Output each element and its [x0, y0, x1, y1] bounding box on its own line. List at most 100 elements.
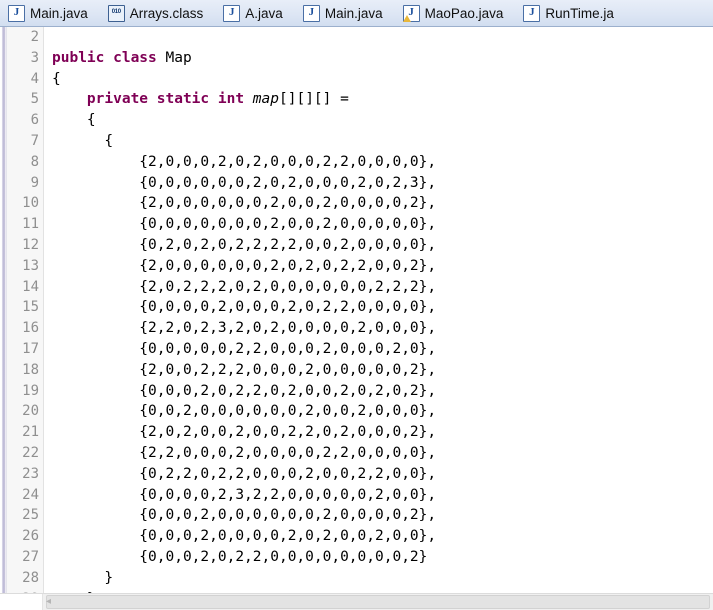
- code-line[interactable]: {0,2,0,2,0,2,2,2,2,0,0,2,0,0,0,0},: [52, 235, 713, 256]
- line-number: 28: [22, 569, 39, 586]
- java-file-icon: [302, 4, 320, 22]
- editor-tab[interactable]: Main.java: [295, 0, 395, 26]
- code-token: public class: [52, 49, 166, 66]
- code-token: {2,0,0,0,2,0,2,0,0,0,2,2,0,0,0,0},: [52, 153, 437, 170]
- code-token: {2,0,0,2,2,2,0,0,0,2,0,0,0,0,0,2},: [52, 361, 437, 378]
- code-line[interactable]: }: [52, 568, 713, 589]
- code-token: {0,0,0,0,2,0,0,0,2,0,2,2,0,0,0,0},: [52, 299, 437, 316]
- editor-window: Main.java Arrays.class A.java Main.java MaoP…: [0, 0, 713, 610]
- editor-tab[interactable]: RunTime.ja: [515, 0, 626, 26]
- editor-tab-label: A.java: [245, 5, 283, 21]
- line-number: 7: [30, 132, 39, 149]
- code-token: map: [252, 91, 279, 108]
- java-file-icon: [523, 4, 541, 22]
- line-number: 17: [22, 340, 39, 357]
- code-line[interactable]: {0,0,0,0,2,3,2,2,0,0,0,0,0,2,0,0},: [52, 485, 713, 506]
- code-line[interactable]: {0,0,2,0,0,0,0,0,0,2,0,0,2,0,0,0},: [52, 401, 713, 422]
- editor-tab[interactable]: Arrays.class: [100, 0, 216, 26]
- code-token: {: [52, 132, 114, 149]
- line-number: 15: [22, 299, 39, 316]
- editor-tab-label: Main.java: [30, 5, 88, 21]
- line-number: 13: [22, 257, 39, 274]
- line-number: 26: [22, 528, 39, 545]
- editor-tab[interactable]: A.java: [215, 0, 295, 26]
- line-number: 14: [22, 278, 39, 295]
- code-line[interactable]: {0,0,0,2,0,2,2,0,0,0,0,0,0,0,0,2}: [52, 547, 713, 568]
- code-line[interactable]: {0,0,0,2,0,0,0,0,0,0,2,0,0,0,0,2},: [52, 505, 713, 526]
- scroll-left-arrow-icon[interactable]: ◂: [46, 596, 56, 608]
- code-token: {0,0,0,2,0,0,0,0,2,0,2,0,0,2,0,0},: [52, 528, 437, 545]
- code-line[interactable]: {0,2,2,0,2,2,0,0,0,2,0,0,2,2,0,0},: [52, 464, 713, 485]
- editor-tab-label: MaoPao.java: [424, 5, 504, 21]
- code-line[interactable]: private static int map[][][] =: [52, 89, 713, 110]
- code-token: {2,0,0,0,0,0,0,2,0,2,0,2,2,0,0,2},: [52, 257, 437, 274]
- code-token: {: [52, 70, 61, 87]
- code-line[interactable]: {0,0,0,0,0,0,0,2,0,0,2,0,0,0,0,0},: [52, 214, 713, 235]
- line-number: 22: [22, 444, 39, 461]
- code-token: {0,2,0,2,0,2,2,2,2,0,0,2,0,0,0,0},: [52, 236, 437, 253]
- code-line[interactable]: {0,0,0,0,0,0,2,0,2,0,0,0,2,0,2,3},: [52, 173, 713, 194]
- code-line[interactable]: {2,2,0,0,0,2,0,0,0,0,2,2,0,0,0,0},: [52, 443, 713, 464]
- line-number-gutter[interactable]: 2 3 4 5 6 7 8 9 10 11 12 13 14 15 16 17 18 19 20 21 22 23 24 25…: [7, 27, 44, 593]
- line-number: 11: [22, 216, 39, 233]
- code-token: {0,2,2,0,2,2,0,0,0,2,0,0,2,2,0,0},: [52, 465, 437, 482]
- code-token: {2,0,2,2,2,0,2,0,0,0,0,0,0,2,2,2},: [52, 278, 437, 295]
- code-line[interactable]: {2,0,0,2,2,2,0,0,0,2,0,0,0,0,0,2},: [52, 360, 713, 381]
- code-line[interactable]: {2,0,0,0,0,0,0,2,0,2,0,2,2,0,0,2},: [52, 256, 713, 277]
- line-number: 2: [30, 29, 39, 45]
- line-number: 25: [22, 507, 39, 524]
- line-number: 9: [30, 174, 39, 191]
- code-token: private static int: [86, 91, 253, 108]
- line-number: 27: [22, 548, 39, 565]
- line-number: 4: [30, 70, 39, 87]
- code-token: {2,2,0,0,0,2,0,0,0,0,2,2,0,0,0,0},: [52, 444, 437, 461]
- code-line[interactable]: {2,0,0,0,2,0,2,0,0,0,2,2,0,0,0,0},: [52, 152, 713, 173]
- editor-tab[interactable]: Main.java: [0, 0, 100, 26]
- code-line[interactable]: {2,2,0,2,3,2,0,2,0,0,0,0,2,0,0,0},: [52, 318, 713, 339]
- code-token: {0,0,0,0,0,0,0,2,0,0,2,0,0,0,0,0},: [52, 216, 437, 233]
- line-number: 19: [22, 382, 39, 399]
- code-token: {0,0,0,2,0,2,2,0,0,0,0,0,0,0,0,2}: [52, 548, 428, 565]
- editor-tab-label: RunTime.ja: [545, 5, 614, 21]
- code-line[interactable]: {2,0,2,2,2,0,2,0,0,0,0,0,0,2,2,2},: [52, 277, 713, 298]
- editor-tab[interactable]: MaoPao.java: [395, 0, 516, 26]
- code-token: {: [52, 112, 96, 129]
- line-number: 23: [22, 465, 39, 482]
- line-number: 10: [22, 195, 39, 212]
- code-line[interactable]: {0,0,0,2,0,0,0,0,2,0,2,0,0,2,0,0},: [52, 526, 713, 547]
- line-number: 3: [30, 49, 39, 66]
- code-token: {0,0,0,0,0,2,2,0,0,0,2,0,0,0,2,0},: [52, 340, 437, 357]
- scrollbar-left-cap: [0, 594, 43, 610]
- editor-tab-label: Arrays.class: [129, 5, 204, 21]
- line-number: 18: [22, 361, 39, 378]
- annotation-marker-ruler[interactable]: [0, 27, 7, 593]
- class-file-icon: [107, 4, 125, 22]
- code-token: {2,0,2,0,0,2,0,0,2,2,0,2,0,0,0,2},: [52, 424, 437, 441]
- code-token: [][][] =: [279, 91, 349, 108]
- horizontal-scrollbar-thumb[interactable]: [46, 595, 710, 609]
- code-line[interactable]: [52, 27, 713, 48]
- code-line[interactable]: {0,0,0,0,2,0,0,0,2,0,2,2,0,0,0,0},: [52, 297, 713, 318]
- code-line[interactable]: {0,0,0,2,0,2,2,0,2,0,0,2,0,2,0,2},: [52, 381, 713, 402]
- code-token: Map: [165, 49, 192, 66]
- code-line[interactable]: {: [52, 110, 713, 131]
- code-line[interactable]: public class Map: [52, 48, 713, 69]
- code-line[interactable]: {0,0,0,0,0,2,2,0,0,0,2,0,0,0,2,0},: [52, 339, 713, 360]
- line-number: 12: [22, 236, 39, 253]
- code-token: {0,0,2,0,0,0,0,0,0,2,0,0,2,0,0,0},: [52, 403, 437, 420]
- java-file-icon: [8, 4, 25, 22]
- code-token: {0,0,0,2,0,0,0,0,0,0,2,0,0,0,0,2},: [52, 507, 437, 524]
- code-token: {0,0,0,0,0,0,2,0,2,0,0,0,2,0,2,3},: [52, 174, 437, 191]
- code-line[interactable]: {: [52, 131, 713, 152]
- code-line[interactable]: {2,0,0,0,0,0,0,2,0,0,2,0,0,0,0,2},: [52, 193, 713, 214]
- horizontal-scrollbar[interactable]: ◂: [0, 593, 713, 610]
- line-number: 16: [22, 320, 39, 337]
- code-token: {0,0,0,0,2,3,2,2,0,0,0,0,0,2,0,0},: [52, 486, 437, 503]
- code-token: }: [52, 569, 114, 586]
- editor-area: 2 3 4 5 6 7 8 9 10 11 12 13 14 15 16 17 18 19 20 21 22 23 24 25…: [0, 27, 713, 593]
- code-token: {2,2,0,2,3,2,0,2,0,0,0,0,2,0,0,0},: [52, 320, 437, 337]
- code-line[interactable]: {: [52, 69, 713, 90]
- code-line[interactable]: {2,0,2,0,0,2,0,0,2,2,0,2,0,0,0,2},: [52, 422, 713, 443]
- code-text-area[interactable]: public class Map{ private static int map…: [44, 27, 713, 593]
